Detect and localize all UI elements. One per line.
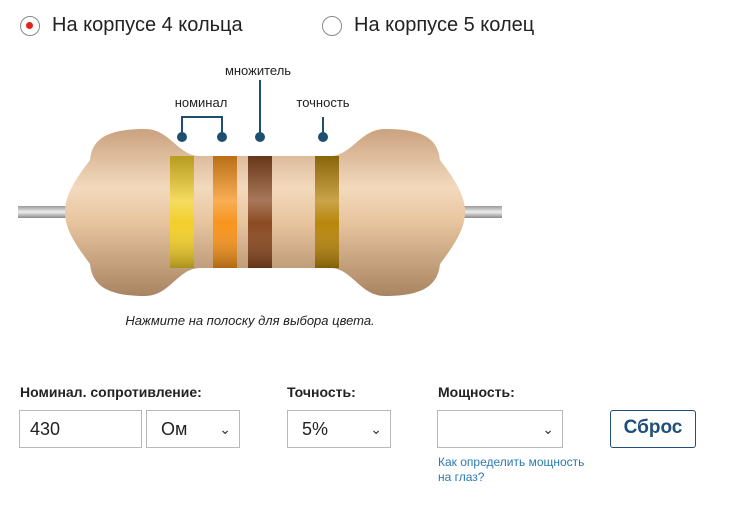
band-3-marker	[255, 132, 265, 142]
power-help-link[interactable]: Как определить мощность на глаз?	[438, 455, 598, 485]
band-2-marker	[217, 132, 227, 142]
radio-five-bands[interactable]: На корпусе 5 колец	[322, 14, 534, 37]
nominal-resistance-label: Номинал. сопротивление:	[20, 384, 202, 400]
multiplier-annotation: множитель	[225, 63, 291, 78]
nominal-resistance-input[interactable]: 430	[19, 410, 142, 448]
band-4-marker	[318, 132, 328, 142]
band-select-hint: Нажмите на полоску для выбора цвета.	[125, 313, 375, 328]
unit-select[interactable]: Ом ⌄	[146, 410, 240, 448]
power-label: Мощность:	[438, 384, 515, 400]
radio-four-bands[interactable]: На корпусе 4 кольца	[20, 14, 243, 37]
tolerance-annotation: точность	[296, 95, 349, 110]
tolerance-select-value: 5%	[302, 419, 329, 439]
reset-button[interactable]: Сброс	[610, 410, 696, 448]
chevron-down-icon: ⌄	[219, 421, 231, 437]
band-4[interactable]	[315, 156, 339, 268]
tolerance-select[interactable]: 5% ⌄	[287, 410, 391, 448]
unit-select-value: Ом	[161, 419, 188, 439]
annotation-dots	[177, 132, 328, 142]
power-select[interactable]: ⌄	[437, 410, 563, 448]
nominal-annotation: номинал	[175, 95, 228, 110]
band-3[interactable]	[248, 156, 272, 268]
chevron-down-icon: ⌄	[542, 421, 554, 437]
band-1-marker	[177, 132, 187, 142]
radio-five-bands-label: На корпусе 5 колец	[354, 14, 535, 36]
resistor-illustration: номинал множитель точность	[18, 63, 502, 296]
radio-four-bands-label: На корпусе 4 кольца	[52, 14, 243, 36]
band-2[interactable]	[213, 156, 237, 268]
tolerance-label: Точность:	[287, 384, 356, 400]
chevron-down-icon: ⌄	[370, 421, 382, 437]
band-1[interactable]	[170, 156, 194, 268]
radio-button-unchecked[interactable]	[322, 15, 342, 36]
radio-button-checked[interactable]	[20, 15, 40, 36]
